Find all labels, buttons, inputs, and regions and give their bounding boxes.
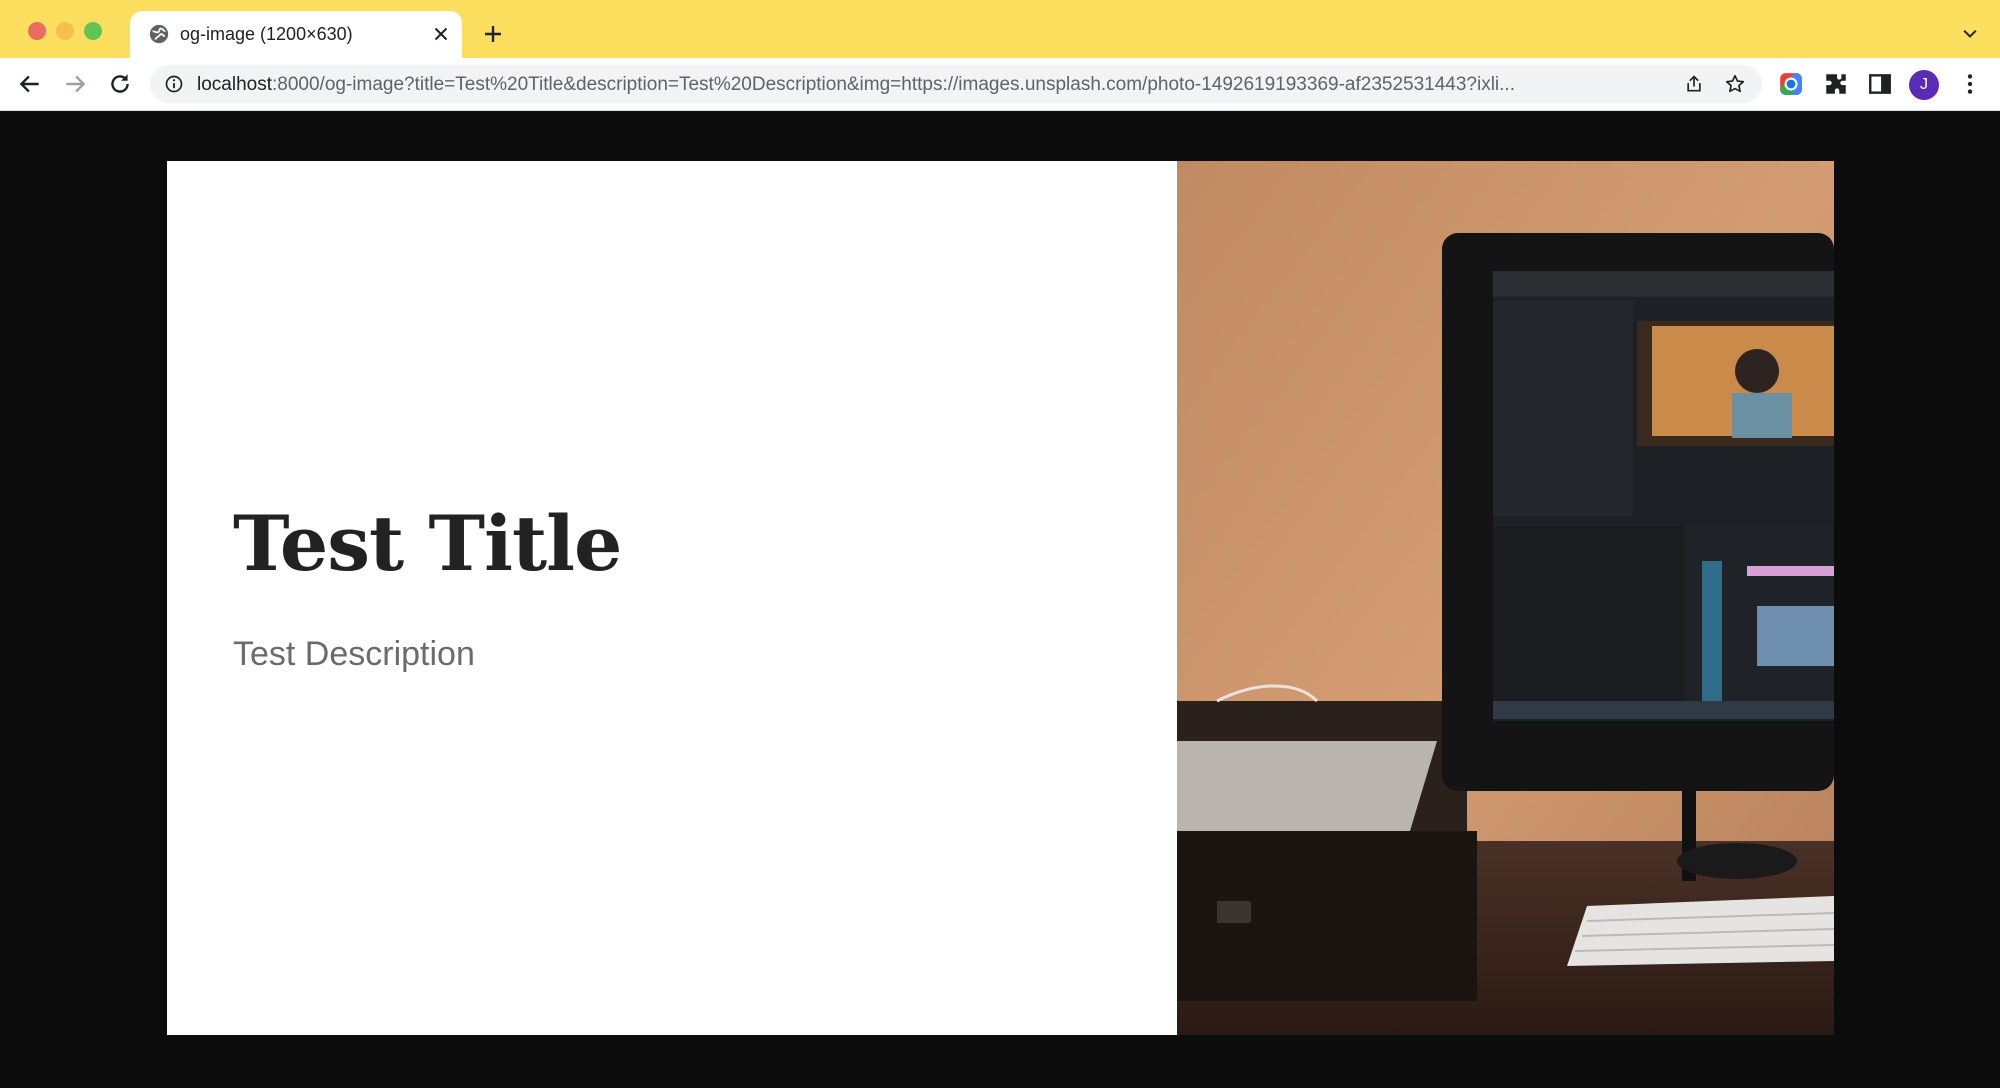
og-photo: [1177, 161, 1834, 1035]
plus-icon[interactable]: [481, 22, 505, 46]
globe-icon: [149, 24, 169, 44]
forward-arrow-icon[interactable]: [62, 71, 88, 97]
url-host: localhost: [197, 74, 272, 95]
url-text[interactable]: localhost:8000/og-image?title=Test%20Tit…: [197, 74, 1617, 96]
close-icon[interactable]: [430, 23, 452, 45]
close-window-button[interactable]: [28, 22, 46, 40]
star-icon[interactable]: [1724, 73, 1746, 95]
address-bar[interactable]: localhost:8000/og-image?title=Test%20Tit…: [150, 65, 1762, 103]
avatar[interactable]: J: [1909, 70, 1939, 100]
zoom-window-button[interactable]: [84, 22, 102, 40]
minimize-window-button[interactable]: [56, 22, 74, 40]
url-path: :8000/og-image?title=Test%20Title&descri…: [272, 74, 1515, 95]
og-title: Test Title: [233, 499, 622, 588]
browser-tab[interactable]: og-image (1200×630): [130, 11, 462, 58]
og-description: Test Description: [233, 635, 475, 673]
kebab-menu-icon[interactable]: [1957, 71, 1983, 97]
back-arrow-icon[interactable]: [17, 71, 43, 97]
og-image-preview: Test Title Test Description: [167, 161, 1834, 1035]
browser-title-bar: og-image (1200×630): [0, 0, 2000, 58]
share-icon[interactable]: [1684, 74, 1704, 94]
side-panel-icon[interactable]: [1867, 71, 1893, 97]
reload-icon[interactable]: [107, 71, 133, 97]
extension-color-icon[interactable]: [1778, 71, 1804, 97]
info-icon[interactable]: [164, 74, 184, 94]
puzzle-icon[interactable]: [1823, 71, 1849, 97]
browser-toolbar: localhost:8000/og-image?title=Test%20Tit…: [0, 58, 2000, 111]
chevron-down-icon[interactable]: [1960, 24, 1980, 44]
tab-title: og-image (1200×630): [180, 24, 353, 44]
